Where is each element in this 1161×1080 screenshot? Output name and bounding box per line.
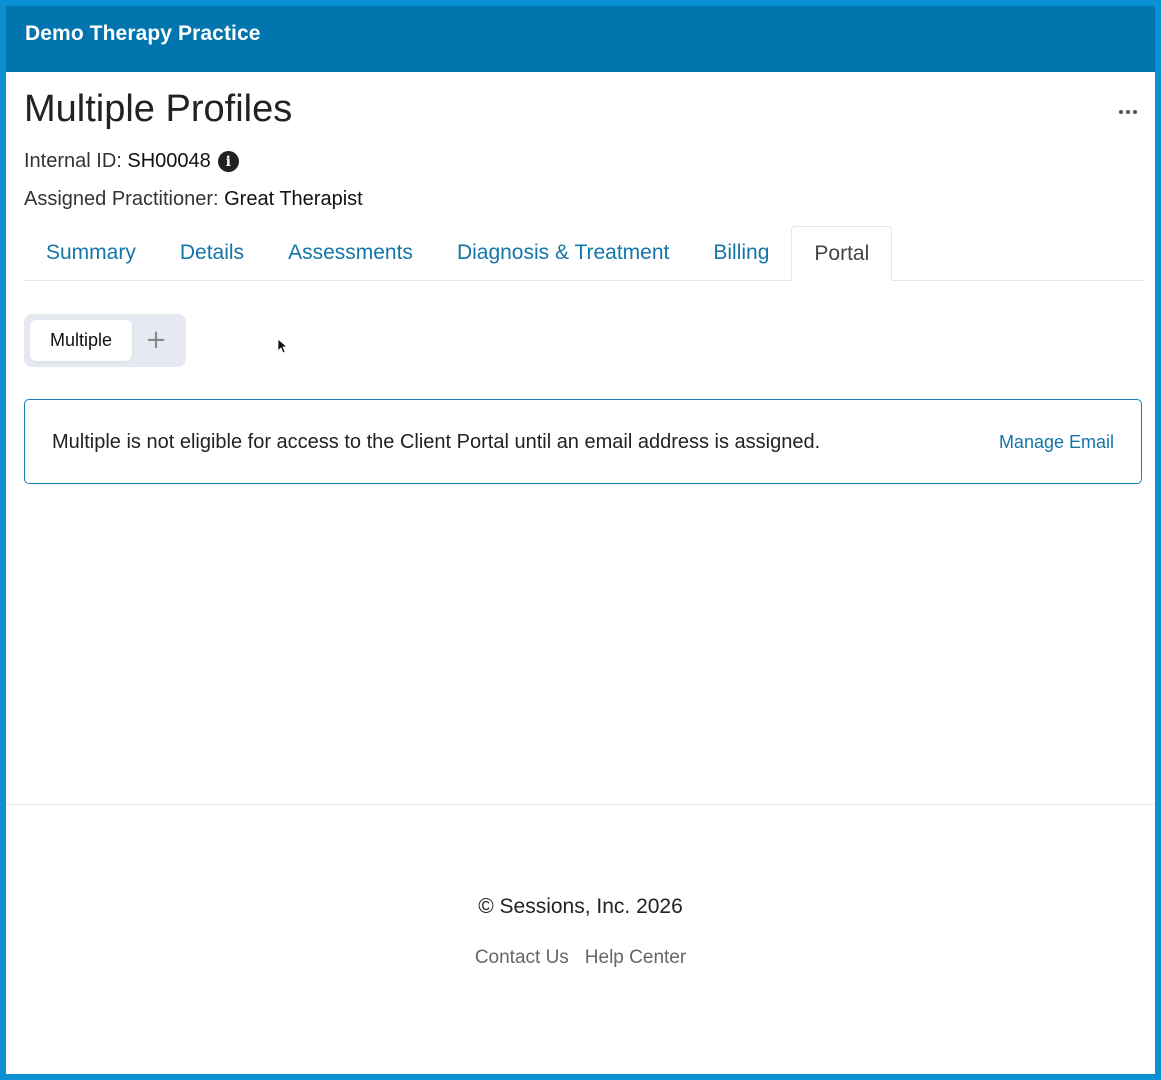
contact-us-link[interactable]: Contact Us	[475, 947, 569, 969]
tab-summary[interactable]: Summary	[24, 226, 158, 280]
profile-switcher: Multiple +	[24, 314, 186, 367]
tab-details[interactable]: Details	[158, 226, 266, 280]
portal-eligibility-notice: Multiple is not eligible for access to t…	[24, 399, 1142, 484]
manage-email-link[interactable]: Manage Email	[999, 432, 1114, 453]
practitioner-value: Great Therapist	[224, 188, 363, 210]
top-bar: Demo Therapy Practice	[6, 6, 1155, 72]
more-actions-button[interactable]	[1112, 102, 1144, 122]
internal-id-row: Internal ID: SH00048 i	[24, 150, 239, 173]
plus-icon[interactable]: +	[142, 325, 170, 355]
internal-id-label: Internal ID:	[24, 150, 122, 172]
profile-tabs: Summary Details Assessments Diagnosis & …	[24, 226, 1144, 281]
tab-diagnosis-treatment[interactable]: Diagnosis & Treatment	[435, 226, 691, 280]
info-icon[interactable]: i	[217, 151, 239, 172]
help-center-link[interactable]: Help Center	[585, 947, 686, 969]
footer-divider	[6, 804, 1155, 805]
tab-assessments[interactable]: Assessments	[266, 226, 435, 280]
page-title: Multiple Profiles	[24, 88, 293, 130]
tab-billing[interactable]: Billing	[691, 226, 791, 280]
tab-portal[interactable]: Portal	[791, 226, 893, 281]
copyright: © Sessions, Inc. 2026	[478, 895, 683, 918]
notice-message: Multiple is not eligible for access to t…	[52, 431, 821, 453]
more-horizontal-icon	[1119, 110, 1123, 114]
profile-chip-multiple[interactable]: Multiple	[30, 320, 132, 361]
practitioner-row: Assigned Practitioner: Great Therapist	[24, 188, 363, 211]
internal-id-value: SH00048	[127, 150, 211, 172]
practice-name[interactable]: Demo Therapy Practice	[25, 22, 261, 46]
mouse-cursor-icon	[278, 339, 288, 354]
footer-links: Contact Us Help Center	[6, 947, 1155, 969]
app-frame: Demo Therapy Practice Multiple Profiles …	[6, 6, 1155, 1074]
practitioner-label: Assigned Practitioner:	[24, 188, 219, 210]
